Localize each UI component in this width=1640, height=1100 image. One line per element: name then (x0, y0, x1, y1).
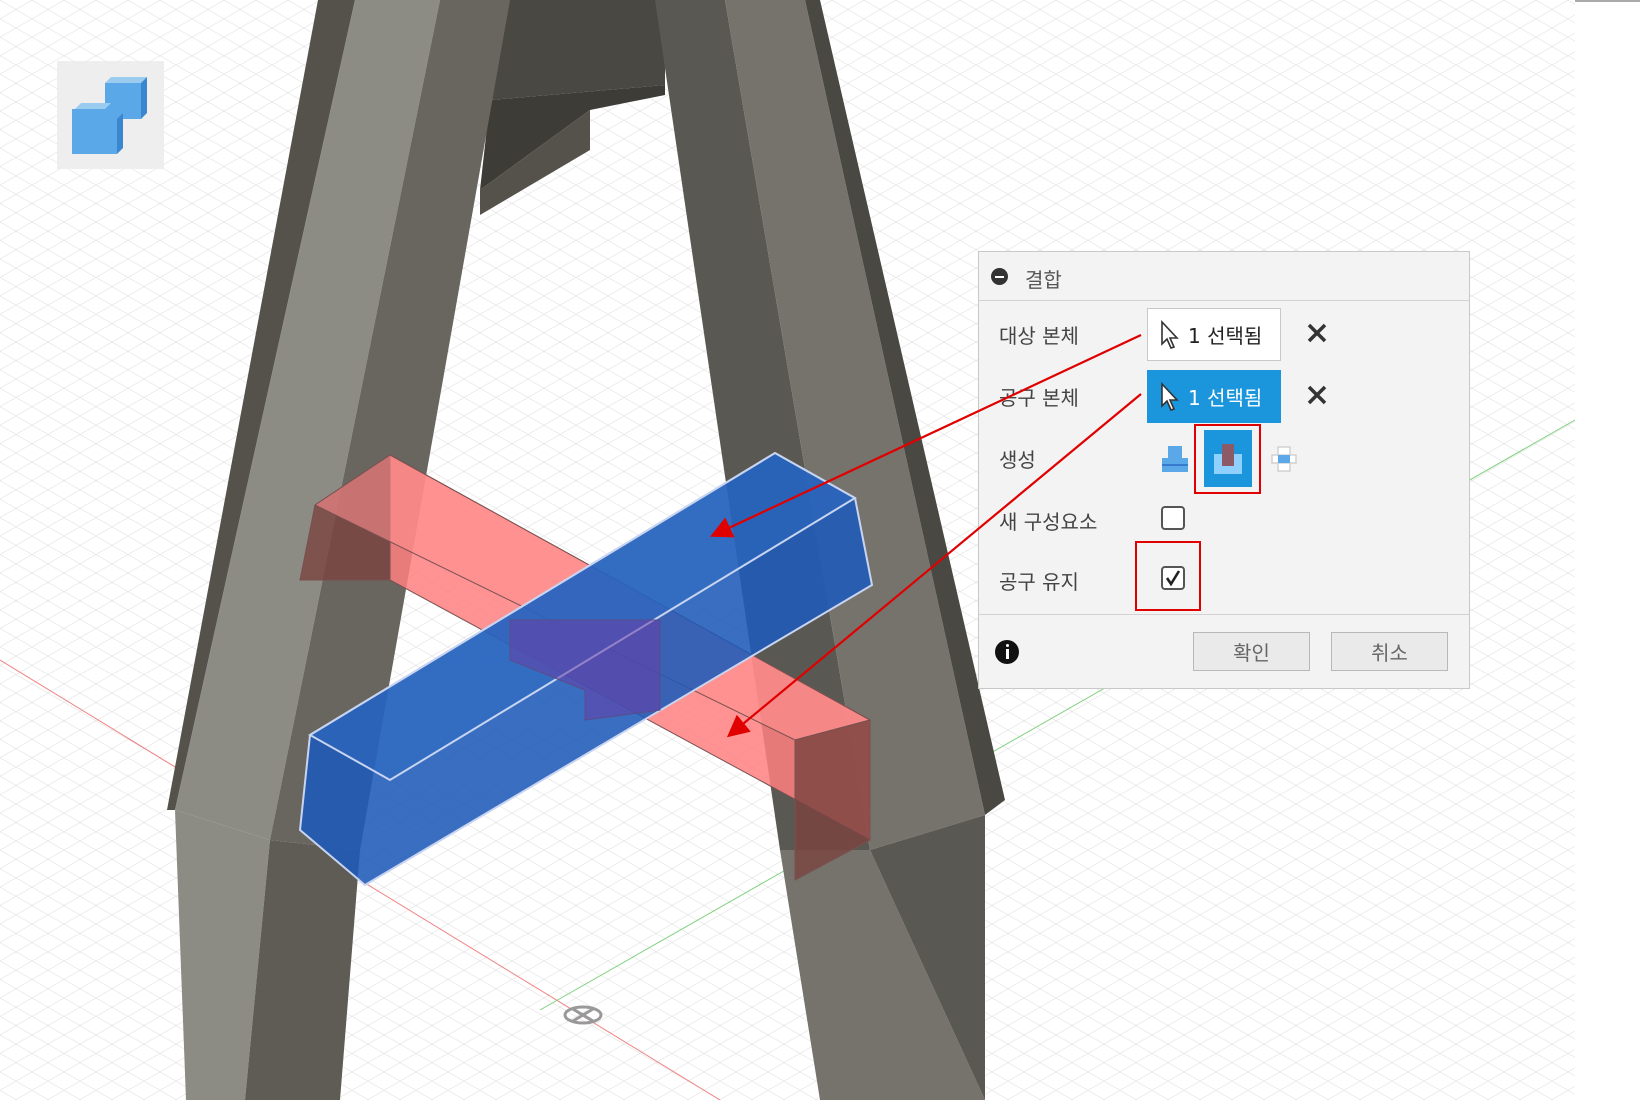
stage: 결합 대상 본체 1 선택됨 공구 본체 1 선택됨 생성 새 구성요소 공구 … (0, 0, 1640, 1100)
cut-option-highlight (1194, 424, 1261, 494)
cursor-icon (1161, 381, 1179, 411)
join-icon[interactable] (1158, 442, 1192, 476)
tool-body-count: 1 선택됨 (1188, 386, 1263, 410)
dialog-title: 결합 (1025, 268, 1062, 292)
footer-divider (979, 614, 1469, 615)
tool-body-label: 공구 본체 (999, 386, 1079, 410)
intersect-icon[interactable] (1269, 442, 1299, 476)
info-icon[interactable] (995, 640, 1019, 664)
operation-label: 생성 (999, 448, 1036, 472)
new-component-checkbox[interactable] (1161, 506, 1185, 530)
target-body-selector[interactable]: 1 선택됨 (1147, 308, 1281, 361)
combine-tool-icon (57, 61, 164, 169)
keep-tools-highlight (1135, 541, 1201, 611)
new-component-label: 새 구성요소 (999, 510, 1098, 534)
viewport-margin (1575, 0, 1640, 1100)
cursor-icon (1161, 319, 1179, 349)
target-body-label: 대상 본체 (999, 324, 1079, 348)
clear-tool-icon[interactable] (1306, 384, 1328, 406)
cancel-button[interactable]: 취소 (1331, 632, 1448, 671)
ok-button[interactable]: 확인 (1193, 632, 1310, 671)
collapse-icon[interactable] (991, 268, 1008, 285)
clear-target-icon[interactable] (1306, 322, 1328, 344)
dialog-header: 결합 (979, 252, 1469, 301)
tool-body-selector[interactable]: 1 선택됨 (1147, 370, 1281, 423)
target-body-count: 1 선택됨 (1188, 324, 1263, 348)
keep-tools-label: 공구 유지 (999, 570, 1079, 594)
